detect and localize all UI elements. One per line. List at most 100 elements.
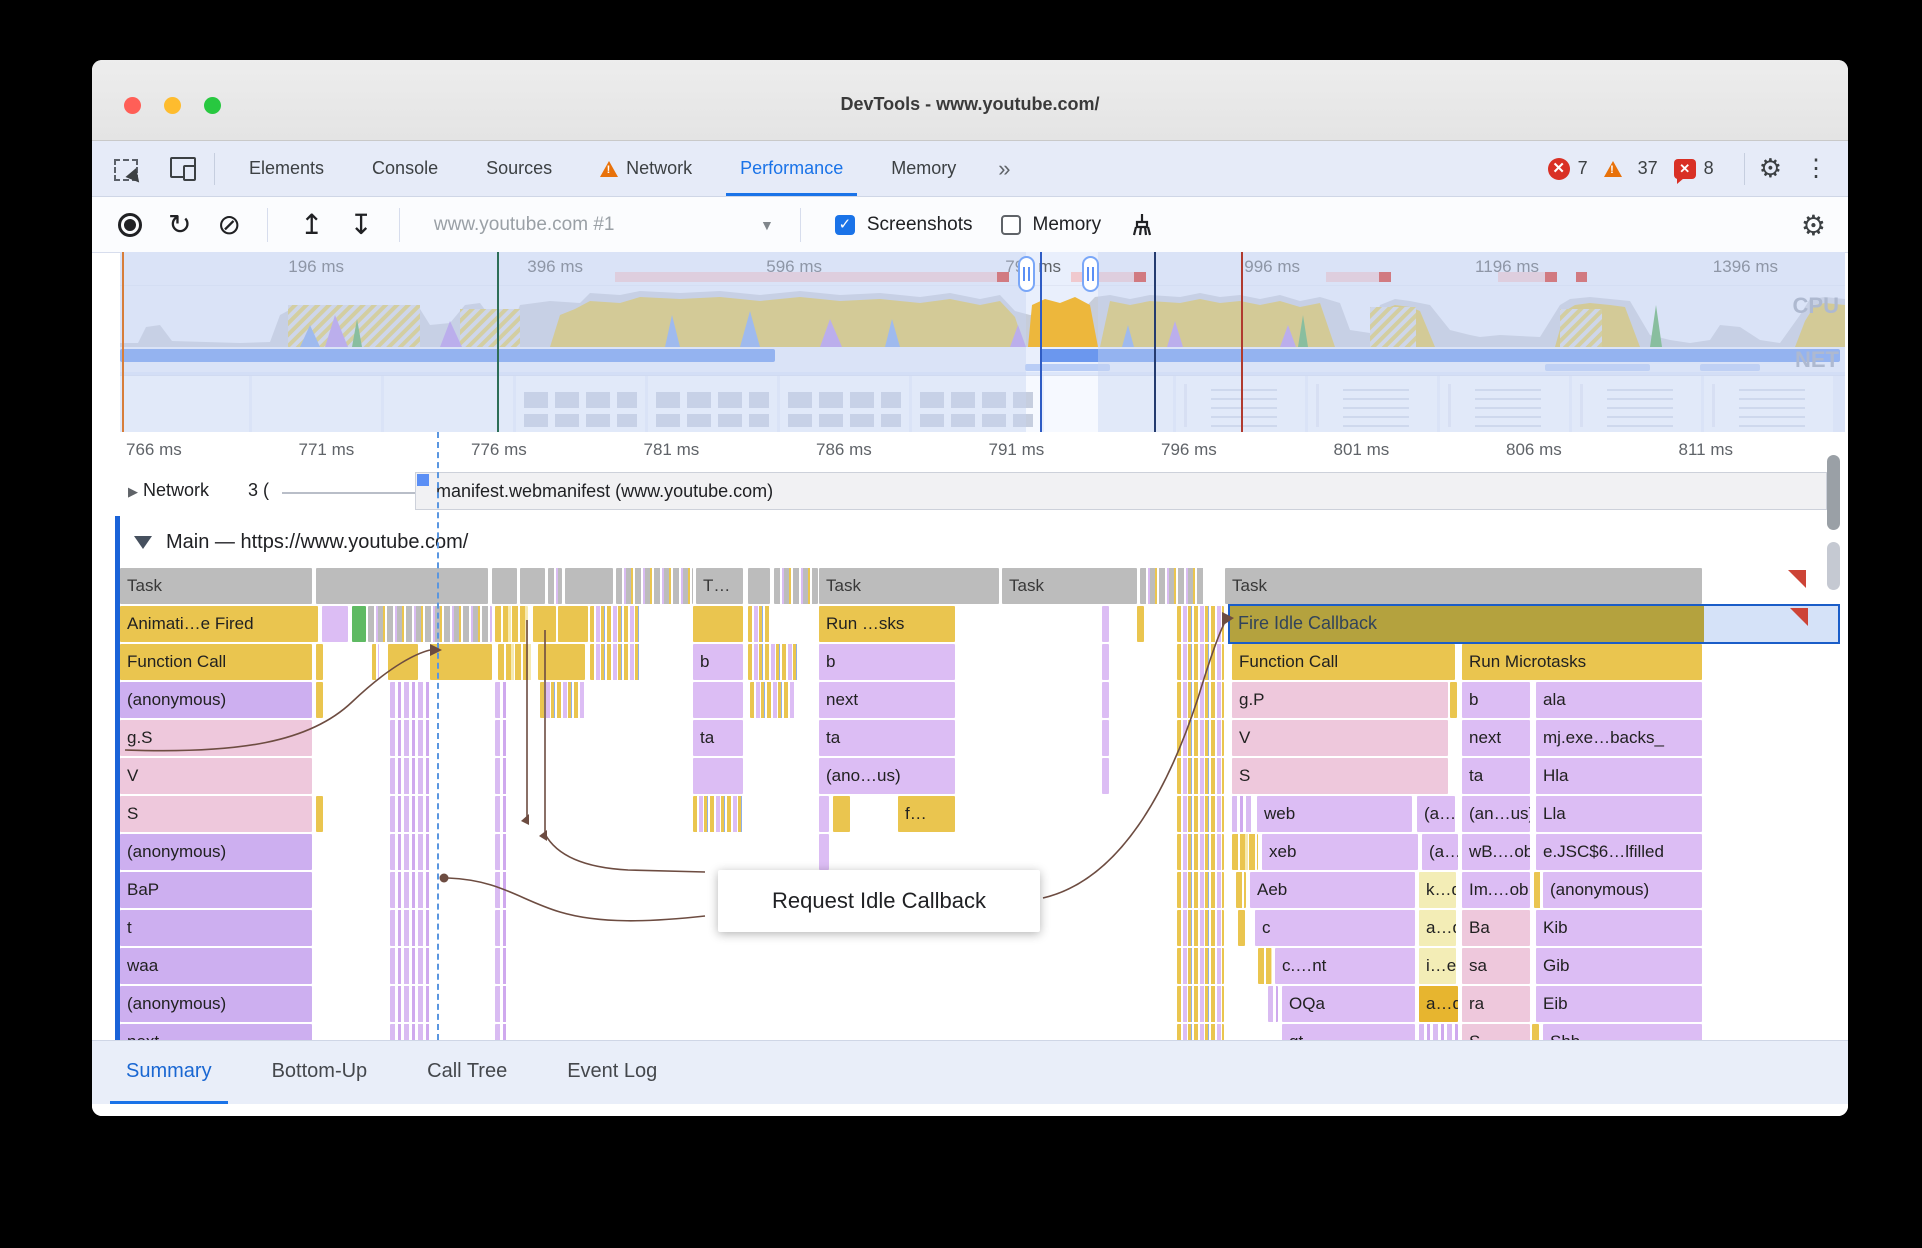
flame-segment[interactable]: [750, 682, 795, 718]
save-profile-icon[interactable]: ↧: [349, 210, 372, 239]
flame-segment[interactable]: b: [819, 644, 955, 680]
record-icon[interactable]: [118, 212, 142, 237]
flame-segment[interactable]: mj.exe…backs_: [1536, 720, 1702, 756]
flame-segment[interactable]: (anonymous): [120, 834, 312, 870]
flame-segment[interactable]: [693, 606, 743, 642]
clear-icon[interactable]: ⊘: [217, 210, 240, 239]
flame-segment[interactable]: gt: [1282, 1024, 1415, 1040]
flame-segment[interactable]: [495, 682, 509, 718]
flame-segment[interactable]: [819, 796, 829, 832]
flame-segment[interactable]: Run …sks: [819, 606, 955, 642]
flame-segment[interactable]: [495, 758, 509, 794]
flame-segment[interactable]: Aeb: [1250, 872, 1415, 908]
flame-segment[interactable]: [430, 644, 492, 680]
flame-segment[interactable]: Task: [1225, 568, 1702, 604]
flame-segment[interactable]: [390, 1024, 432, 1040]
flame-segment[interactable]: [1238, 910, 1245, 946]
load-profile-icon[interactable]: ↥: [300, 210, 323, 239]
flame-segment[interactable]: OQa: [1282, 986, 1415, 1022]
flame-segment[interactable]: [1450, 682, 1457, 718]
flame-segment[interactable]: ta: [1462, 758, 1530, 794]
flame-segment[interactable]: [819, 834, 829, 870]
flame-segment[interactable]: next: [120, 1024, 312, 1040]
flame-segment[interactable]: S: [1232, 758, 1448, 794]
flame-segment[interactable]: [316, 644, 323, 680]
flame-segment[interactable]: [316, 682, 323, 718]
flame-segment[interactable]: [1258, 948, 1272, 984]
flame-segment[interactable]: [1177, 910, 1224, 946]
tab-elements[interactable]: Elements: [225, 141, 348, 196]
tab-sources[interactable]: Sources: [462, 141, 576, 196]
issues-icon[interactable]: ✕: [1673, 158, 1696, 184]
flame-segment[interactable]: [1102, 644, 1109, 680]
flame-segment[interactable]: g.P: [1232, 682, 1448, 718]
flame-segment[interactable]: [495, 948, 509, 984]
flame-segment[interactable]: Function Call: [1232, 644, 1455, 680]
flame-segment[interactable]: S: [1462, 1024, 1530, 1040]
flame-segment[interactable]: [390, 758, 432, 794]
flame-segment[interactable]: [693, 796, 743, 832]
flame-segment[interactable]: [1419, 1024, 1458, 1040]
flame-segment[interactable]: [1102, 682, 1109, 718]
flame-segment[interactable]: [495, 606, 528, 642]
flame-segment[interactable]: [616, 568, 693, 604]
bottom-tab-bottom-up[interactable]: Bottom-Up: [256, 1041, 384, 1104]
flame-segment[interactable]: Ba: [1462, 910, 1530, 946]
vertical-scrollbar-thumb[interactable]: [1827, 455, 1840, 530]
flame-segment[interactable]: V: [1232, 720, 1448, 756]
flame-segment[interactable]: Run Microtasks: [1462, 644, 1702, 680]
flame-segment[interactable]: (a…): [1422, 834, 1458, 870]
flame-segment[interactable]: [388, 644, 418, 680]
flame-segment[interactable]: [1177, 834, 1224, 870]
flame-segment[interactable]: [833, 796, 850, 832]
selection-handle-right[interactable]: [1082, 256, 1099, 292]
tab-console[interactable]: Console: [348, 141, 462, 196]
flame-segment[interactable]: Im.…ob: [1462, 872, 1530, 908]
device-toolbar-icon[interactable]: [170, 156, 196, 181]
flame-segment[interactable]: c: [1255, 910, 1415, 946]
settings-gear-icon[interactable]: ⚙: [1759, 153, 1782, 184]
flame-segment[interactable]: [1102, 758, 1109, 794]
flame-segment[interactable]: [558, 606, 588, 642]
flame-segment[interactable]: [590, 606, 640, 642]
flame-segment[interactable]: [316, 568, 488, 604]
flame-segment[interactable]: [316, 796, 323, 832]
flame-segment[interactable]: [1102, 606, 1109, 642]
flame-segment[interactable]: [565, 568, 613, 604]
flame-segment[interactable]: Shb: [1543, 1024, 1702, 1040]
flame-segment[interactable]: [1268, 986, 1278, 1022]
flame-segment[interactable]: [1177, 644, 1224, 680]
flame-segment[interactable]: [1177, 1024, 1224, 1040]
flame-segment[interactable]: [495, 910, 509, 946]
flame-segment[interactable]: (anonymous): [120, 986, 312, 1022]
flame-segment[interactable]: next: [819, 682, 955, 718]
main-track-header[interactable]: Main — https://www.youtube.com/: [120, 516, 1845, 568]
bottom-tab-event-log[interactable]: Event Log: [551, 1041, 673, 1104]
flame-segment[interactable]: a…d: [1419, 986, 1458, 1022]
flame-segment[interactable]: [1177, 606, 1224, 642]
flame-segment[interactable]: [322, 606, 348, 642]
flame-segment[interactable]: [693, 682, 743, 718]
flame-segment[interactable]: Function Call: [120, 644, 312, 680]
flame-segment[interactable]: [520, 568, 545, 604]
error-count-icon[interactable]: ✕: [1547, 157, 1570, 180]
flame-segment[interactable]: [390, 986, 432, 1022]
flame-segment[interactable]: S: [120, 796, 312, 832]
flame-segment[interactable]: [368, 606, 492, 642]
flame-segment[interactable]: (anonymous): [1543, 872, 1702, 908]
flame-segment[interactable]: [1137, 606, 1144, 642]
flame-segment[interactable]: t: [120, 910, 312, 946]
flame-segment[interactable]: web: [1257, 796, 1412, 832]
selection-handle-left[interactable]: [1018, 256, 1035, 292]
vertical-scrollbar-thumb-2[interactable]: [1827, 542, 1840, 590]
flame-segment[interactable]: BaP: [120, 872, 312, 908]
flame-segment[interactable]: [492, 568, 517, 604]
flame-segment[interactable]: V: [120, 758, 312, 794]
flame-segment[interactable]: [495, 1024, 509, 1040]
flame-segment[interactable]: [390, 682, 432, 718]
tab-performance[interactable]: Performance: [716, 141, 867, 196]
flame-segment[interactable]: k…d: [1419, 872, 1456, 908]
flame-segment[interactable]: [1232, 834, 1258, 870]
warning-count-icon[interactable]: [1603, 160, 1622, 177]
flame-segment[interactable]: T…: [696, 568, 743, 604]
